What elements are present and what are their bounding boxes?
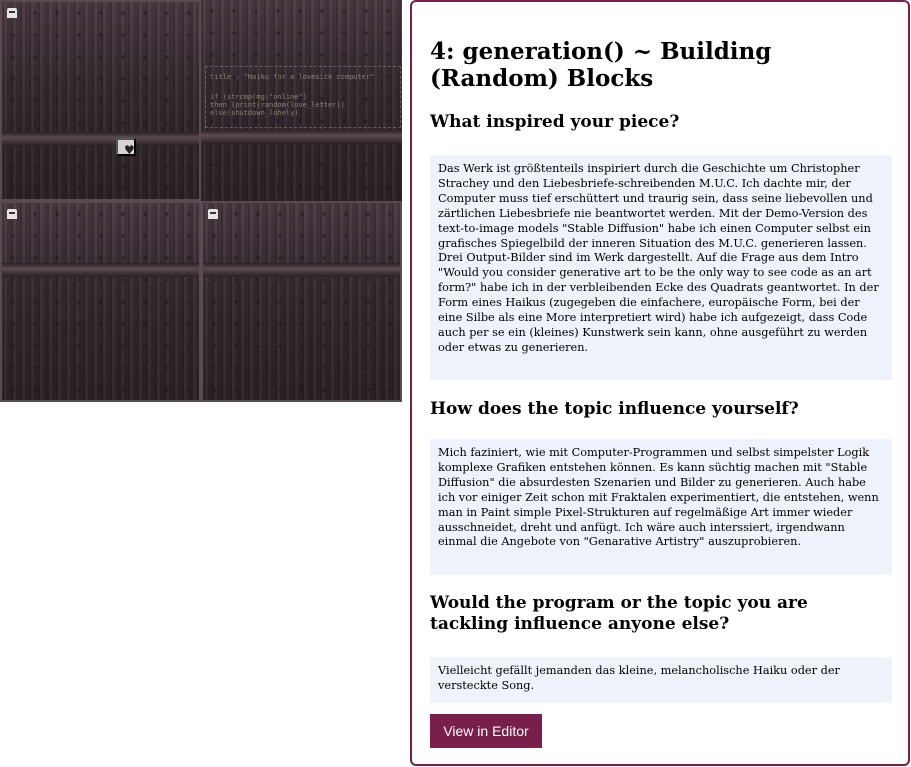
metal-seam bbox=[2, 263, 199, 277]
haiku-code-block: title : "Haiku for a lovesick computer" … bbox=[205, 66, 401, 128]
rivet-texture bbox=[2, 2, 199, 199]
question-heading: What inspired your piece? bbox=[430, 112, 680, 132]
question-heading: Would the program or the topic you are t… bbox=[430, 593, 808, 634]
code-line: then (print(random(love_letter)) bbox=[210, 101, 345, 109]
editor-badge-icon bbox=[7, 209, 17, 219]
code-line: else(shutdown_lohely) bbox=[210, 109, 299, 117]
rivet-texture bbox=[203, 203, 400, 400]
code-line: if (strcmp(mg:"online") bbox=[210, 93, 307, 101]
artwork-info-panel: 4: generation() ~ Building (Random) Bloc… bbox=[410, 0, 910, 766]
metal-seam bbox=[201, 130, 402, 144]
artwork-canvas: ♥ title : "Haiku for a lovesick computer… bbox=[0, 0, 402, 402]
art-tile-bottom-right bbox=[201, 201, 402, 402]
view-in-editor-button[interactable]: View in Editor bbox=[430, 714, 542, 748]
artwork-title: 4: generation() ~ Building (Random) Bloc… bbox=[430, 38, 772, 92]
question-heading: How does the topic influence yourself? bbox=[430, 399, 799, 419]
metal-seam bbox=[203, 263, 400, 277]
art-tile-top-left: ♥ bbox=[0, 0, 201, 201]
editor-badge-icon bbox=[208, 209, 218, 219]
art-tile-top-right: title : "Haiku for a lovesick computer" … bbox=[201, 0, 402, 201]
answer-text: Vielleicht gefällt jemanden das kleine, … bbox=[430, 657, 892, 703]
code-line: title : "Haiku for a lovesick computer" bbox=[210, 73, 375, 81]
rivet-texture bbox=[2, 203, 199, 400]
editor-badge-icon bbox=[7, 8, 17, 18]
answer-text: Das Werk ist größtenteils inspiriert dur… bbox=[430, 155, 892, 380]
answer-text: Mich faziniert, wie mit Computer-Program… bbox=[430, 439, 892, 575]
metal-seam bbox=[2, 132, 199, 146]
like-button[interactable]: ♥ bbox=[116, 138, 136, 157]
art-tile-bottom-left bbox=[0, 201, 201, 402]
